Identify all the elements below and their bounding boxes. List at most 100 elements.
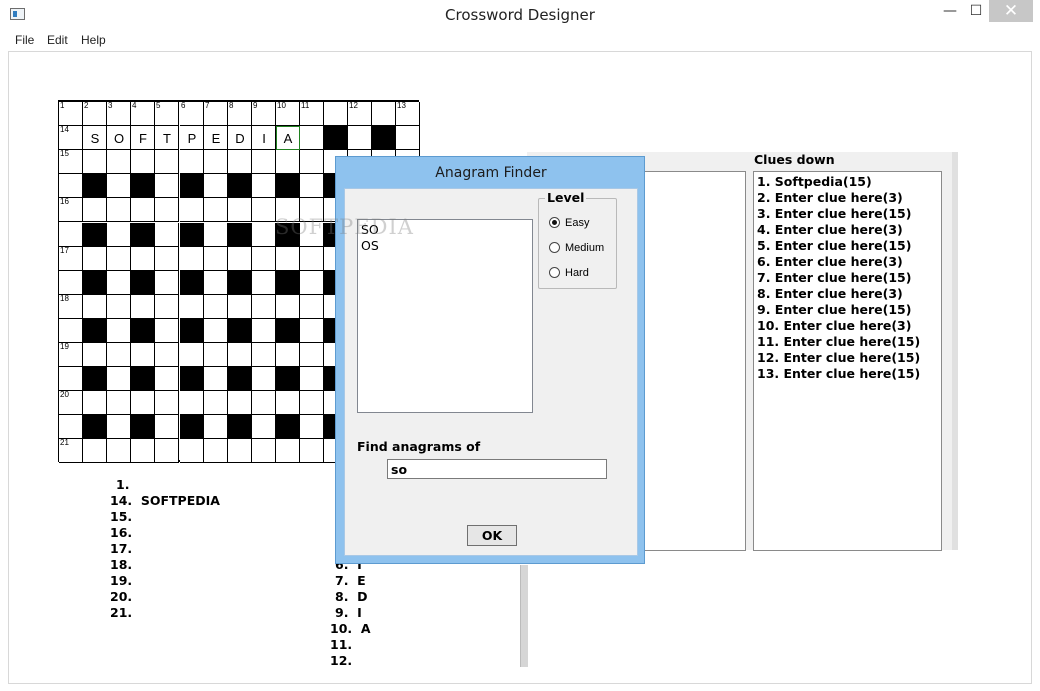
grid-cell-black[interactable]	[324, 126, 348, 150]
grid-cell[interactable]	[228, 439, 252, 463]
grid-cell[interactable]	[83, 247, 107, 271]
grid-cell[interactable]	[204, 439, 228, 463]
grid-cell[interactable]: 13	[396, 102, 420, 126]
grid-cell[interactable]	[107, 295, 131, 319]
grid-cell[interactable]	[107, 319, 131, 343]
clue-item[interactable]: 9. Enter clue here(15)	[757, 302, 911, 317]
grid-cell[interactable]	[155, 391, 179, 415]
grid-cell[interactable]: 19	[59, 343, 83, 367]
grid-cell[interactable]: 1	[59, 102, 83, 126]
grid-cell[interactable]	[180, 247, 204, 271]
grid-cell[interactable]	[59, 223, 83, 247]
grid-cell[interactable]: 14	[59, 126, 83, 150]
grid-cell[interactable]	[107, 223, 131, 247]
grid-cell[interactable]	[204, 367, 228, 391]
grid-cell[interactable]	[204, 391, 228, 415]
anagram-result-item[interactable]: OS	[361, 238, 379, 253]
grid-cell[interactable]: E	[204, 126, 228, 150]
grid-cell[interactable]: P	[180, 126, 204, 150]
grid-cell-black[interactable]	[131, 319, 155, 343]
grid-cell[interactable]	[131, 391, 155, 415]
close-button[interactable]: ✕	[989, 0, 1033, 22]
grid-cell[interactable]	[252, 367, 276, 391]
grid-cell-black[interactable]	[83, 271, 107, 295]
grid-cell[interactable]	[155, 223, 179, 247]
grid-cell[interactable]	[252, 174, 276, 198]
grid-cell[interactable]: 4	[131, 102, 155, 126]
grid-cell[interactable]	[372, 102, 396, 126]
clue-item[interactable]: 6. Enter clue here(3)	[757, 254, 903, 269]
grid-cell[interactable]	[276, 391, 300, 415]
grid-cell[interactable]	[204, 415, 228, 439]
clue-item[interactable]: 5. Enter clue here(15)	[757, 238, 911, 253]
grid-cell[interactable]	[204, 295, 228, 319]
grid-cell-black[interactable]	[228, 271, 252, 295]
grid-cell-black[interactable]	[83, 174, 107, 198]
grid-cell-black[interactable]	[276, 367, 300, 391]
grid-cell[interactable]	[252, 198, 276, 222]
grid-cell[interactable]	[131, 295, 155, 319]
scrollbar[interactable]	[520, 565, 528, 667]
grid-cell[interactable]	[83, 198, 107, 222]
grid-cell[interactable]	[300, 174, 324, 198]
level-easy-radio[interactable]: Easy	[549, 217, 589, 229]
grid-cell[interactable]	[180, 198, 204, 222]
grid-cell[interactable]	[131, 247, 155, 271]
grid-cell-black[interactable]	[180, 223, 204, 247]
grid-cell[interactable]: 7	[204, 102, 228, 126]
grid-cell[interactable]	[204, 198, 228, 222]
grid-cell[interactable]: F	[131, 126, 155, 150]
clue-item[interactable]: 13. Enter clue here(15)	[757, 366, 920, 381]
grid-cell[interactable]	[276, 295, 300, 319]
grid-cell[interactable]: S	[83, 126, 107, 150]
grid-cell[interactable]: 17	[59, 247, 83, 271]
grid-cell[interactable]: 10	[276, 102, 300, 126]
grid-cell[interactable]	[107, 150, 131, 174]
clue-item[interactable]: 2. Enter clue here(3)	[757, 190, 903, 205]
grid-cell[interactable]	[252, 247, 276, 271]
grid-cell[interactable]	[300, 150, 324, 174]
panel-scrollbar[interactable]	[952, 152, 958, 550]
ok-button[interactable]: OK	[467, 525, 517, 546]
grid-cell[interactable]	[59, 367, 83, 391]
clue-item[interactable]: 11. Enter clue here(15)	[757, 334, 920, 349]
grid-cell[interactable]: 12	[348, 102, 372, 126]
grid-cell[interactable]: 15	[59, 150, 83, 174]
grid-cell[interactable]	[276, 150, 300, 174]
grid-cell[interactable]	[204, 247, 228, 271]
grid-cell[interactable]	[252, 415, 276, 439]
grid-cell[interactable]	[300, 415, 324, 439]
grid-cell[interactable]	[300, 271, 324, 295]
grid-cell[interactable]	[107, 391, 131, 415]
grid-cell-black[interactable]	[228, 319, 252, 343]
grid-cell[interactable]	[204, 343, 228, 367]
grid-cell[interactable]	[228, 343, 252, 367]
grid-cell[interactable]	[300, 343, 324, 367]
clue-item[interactable]: 12. Enter clue here(15)	[757, 350, 920, 365]
grid-cell[interactable]	[228, 150, 252, 174]
grid-cell-black[interactable]	[131, 367, 155, 391]
grid-cell-black[interactable]	[83, 223, 107, 247]
clue-item[interactable]: 3. Enter clue here(15)	[757, 206, 911, 221]
clue-item[interactable]: 7. Enter clue here(15)	[757, 270, 911, 285]
grid-cell[interactable]	[204, 271, 228, 295]
grid-cell[interactable]	[252, 223, 276, 247]
grid-cell[interactable]	[180, 150, 204, 174]
find-anagrams-input[interactable]	[387, 459, 607, 479]
grid-cell[interactable]	[83, 439, 107, 463]
grid-cell-black[interactable]	[228, 415, 252, 439]
grid-cell-black[interactable]	[83, 415, 107, 439]
clue-item[interactable]: 1. Softpedia(15)	[757, 174, 872, 189]
grid-cell[interactable]	[155, 198, 179, 222]
grid-cell[interactable]	[228, 198, 252, 222]
grid-cell[interactable]	[204, 223, 228, 247]
menu-edit[interactable]: Edit	[47, 33, 68, 47]
grid-cell[interactable]	[396, 126, 420, 150]
grid-cell[interactable]	[107, 198, 131, 222]
grid-cell[interactable]: 3	[107, 102, 131, 126]
grid-cell[interactable]	[155, 367, 179, 391]
grid-cell[interactable]	[252, 391, 276, 415]
level-medium-radio[interactable]: Medium	[549, 242, 604, 254]
grid-cell[interactable]	[155, 150, 179, 174]
grid-cell[interactable]	[252, 295, 276, 319]
